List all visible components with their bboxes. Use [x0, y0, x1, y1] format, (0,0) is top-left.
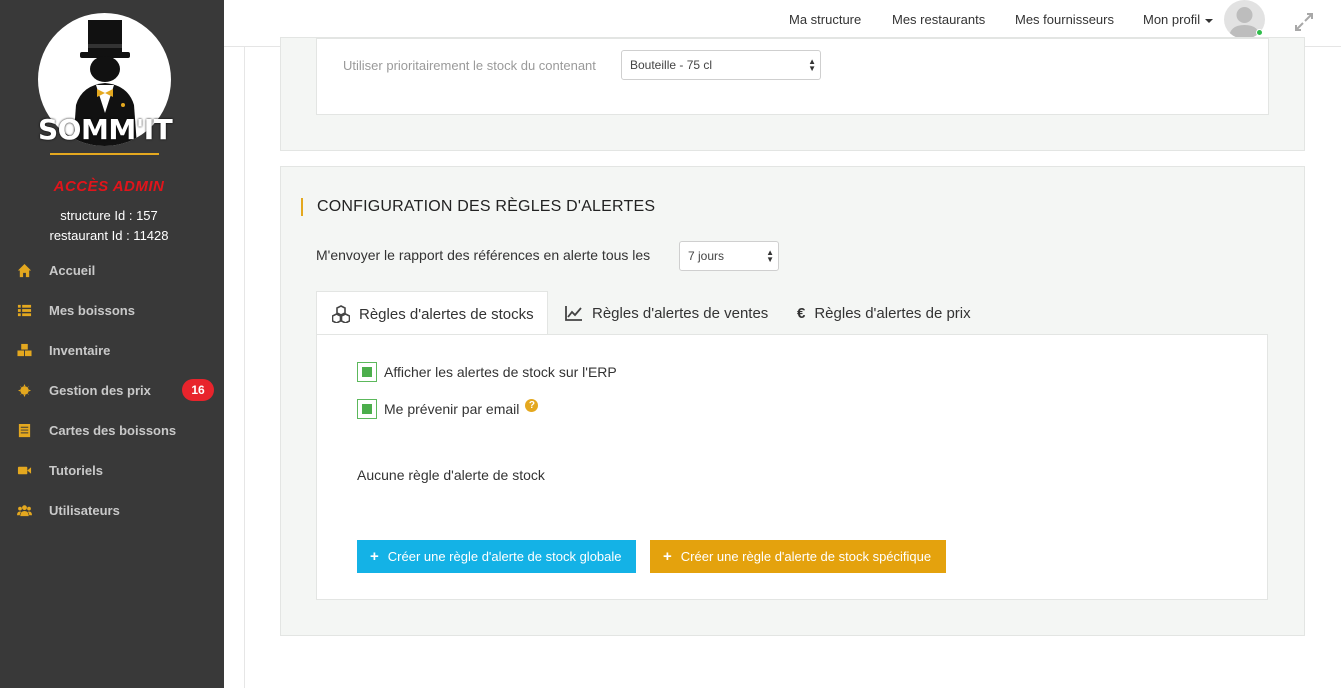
- email-alerts-row: Me prévenir par email ?: [357, 398, 539, 419]
- sommit-logo[interactable]: SOMM'IT: [38, 13, 173, 158]
- home-icon: [16, 262, 32, 278]
- sidebar-item-utilisateurs[interactable]: Utilisateurs: [0, 490, 224, 530]
- sidebar-item-label: Mes boissons: [49, 302, 135, 318]
- plus-icon: +: [663, 548, 672, 565]
- empty-rules-message: Aucune règle d'alerte de stock: [357, 467, 545, 483]
- structure-id: structure Id : 157: [60, 208, 158, 223]
- container-select-value: Bouteille - 75 cl: [630, 58, 713, 72]
- fullscreen-expand-icon[interactable]: [1293, 11, 1315, 33]
- sidebar-item-inventaire[interactable]: Inventaire: [0, 330, 224, 370]
- sidebar-item-mes-boissons[interactable]: Mes boissons: [0, 290, 224, 330]
- content-panel: Utiliser prioritairement le stock du con…: [244, 37, 1341, 688]
- restaurant-id: restaurant Id : 11428: [49, 228, 169, 243]
- checkbox-label: Me prévenir par email: [384, 401, 520, 417]
- profile-menu-label: Mon profil: [1143, 12, 1201, 27]
- menu-card-icon: [16, 422, 32, 438]
- chevron-down-icon: [1205, 18, 1214, 23]
- tab-sales-alerts[interactable]: Règles d'alertes de ventes: [565, 291, 768, 335]
- logo-text: SOMM'IT: [38, 113, 173, 146]
- alert-rules-tabs: Règles d'alertes de stocks Règles d'aler…: [316, 291, 1268, 336]
- plus-icon: +: [370, 548, 379, 565]
- sidebar-item-cartes-des-boissons[interactable]: Cartes des boissons: [0, 410, 224, 450]
- cubes-icon: [332, 305, 350, 323]
- euro-icon: €: [797, 304, 806, 322]
- sidebar-item-label: Cartes des boissons: [49, 422, 177, 438]
- question-help-icon[interactable]: ?: [525, 398, 539, 412]
- report-frequency-select[interactable]: 7 jours ▲ ▼: [679, 241, 779, 271]
- checkbox-label: Afficher les alertes de stock sur l'ERP: [384, 364, 617, 380]
- tab-stock-alerts[interactable]: Règles d'alertes de stocks: [316, 291, 548, 336]
- container-stock-box: Utiliser prioritairement le stock du con…: [316, 38, 1269, 115]
- container-select[interactable]: Bouteille - 75 cl ▲ ▼: [621, 50, 821, 80]
- nav-link-ma-structure[interactable]: Ma structure: [789, 12, 861, 27]
- price-alert-badge: 16: [182, 379, 214, 401]
- profile-menu[interactable]: Mon profil: [1143, 12, 1214, 27]
- sidebar: SOMM'IT ACCÈS ADMIN structure Id : 157 r…: [0, 0, 224, 688]
- container-priority-label: Utiliser prioritairement le stock du con…: [343, 58, 596, 73]
- sidebar-item-label: Tutoriels: [49, 462, 103, 478]
- checkbox-checked-mark: [362, 404, 372, 414]
- show-erp-alerts-row: Afficher les alertes de stock sur l'ERP: [357, 362, 617, 382]
- main-content: Utiliser prioritairement le stock du con…: [224, 37, 1341, 688]
- nav-link-mes-fournisseurs[interactable]: Mes fournisseurs: [1015, 12, 1114, 27]
- users-icon: [16, 502, 32, 518]
- create-specific-rule-button[interactable]: + Créer une règle d'alerte de stock spéc…: [650, 540, 946, 573]
- create-global-rule-button[interactable]: + Créer une règle d'alerte de stock glob…: [357, 540, 636, 573]
- tab-label: Règles d'alertes de prix: [814, 304, 971, 322]
- report-frequency-value: 7 jours: [688, 249, 725, 263]
- select-arrows-icon: ▲ ▼: [808, 57, 816, 73]
- sidebar-item-tutoriels[interactable]: Tutoriels: [0, 450, 224, 490]
- report-frequency-label: M'envoyer le rapport des références en a…: [316, 247, 651, 263]
- video-camera-icon: [16, 462, 32, 478]
- sidebar-item-label: Utilisateurs: [49, 502, 120, 518]
- button-label: Créer une règle d'alerte de stock global…: [387, 549, 622, 564]
- cubes-icon: [16, 342, 32, 358]
- stock-alerts-panel: Afficher les alertes de stock sur l'ERP …: [316, 334, 1268, 600]
- alerts-config-section: CONFIGURATION DES RÈGLES D'ALERTES M'env…: [280, 166, 1305, 636]
- sidebar-item-label: Gestion des prix: [49, 382, 151, 398]
- email-alerts-checkbox[interactable]: [357, 399, 377, 419]
- line-chart-icon: [565, 306, 582, 321]
- coins-icon: [16, 382, 32, 398]
- list-icon: [16, 302, 32, 318]
- tab-price-alerts[interactable]: € Règles d'alertes de prix: [797, 291, 971, 335]
- admin-access-label: ACCÈS ADMIN: [53, 178, 165, 195]
- button-label: Créer une règle d'alerte de stock spécif…: [680, 549, 932, 564]
- online-status-dot: [1256, 29, 1263, 36]
- sidebar-item-accueil[interactable]: Accueil: [0, 250, 224, 290]
- tab-label: Règles d'alertes de stocks: [359, 305, 534, 323]
- container-stock-section: Utiliser prioritairement le stock du con…: [280, 37, 1305, 151]
- tab-label: Règles d'alertes de ventes: [592, 304, 769, 322]
- checkbox-checked-mark: [362, 367, 372, 377]
- select-arrows-icon: ▲ ▼: [766, 248, 774, 264]
- nav-link-mes-restaurants[interactable]: Mes restaurants: [892, 12, 985, 27]
- logo-underline: [50, 153, 159, 155]
- sidebar-item-label: Accueil: [49, 262, 96, 278]
- show-erp-alerts-checkbox[interactable]: [357, 362, 377, 382]
- sidebar-item-gestion-des-prix[interactable]: Gestion des prix 16: [0, 370, 224, 410]
- section-title: CONFIGURATION DES RÈGLES D'ALERTES: [301, 198, 655, 216]
- sidebar-item-label: Inventaire: [49, 342, 111, 358]
